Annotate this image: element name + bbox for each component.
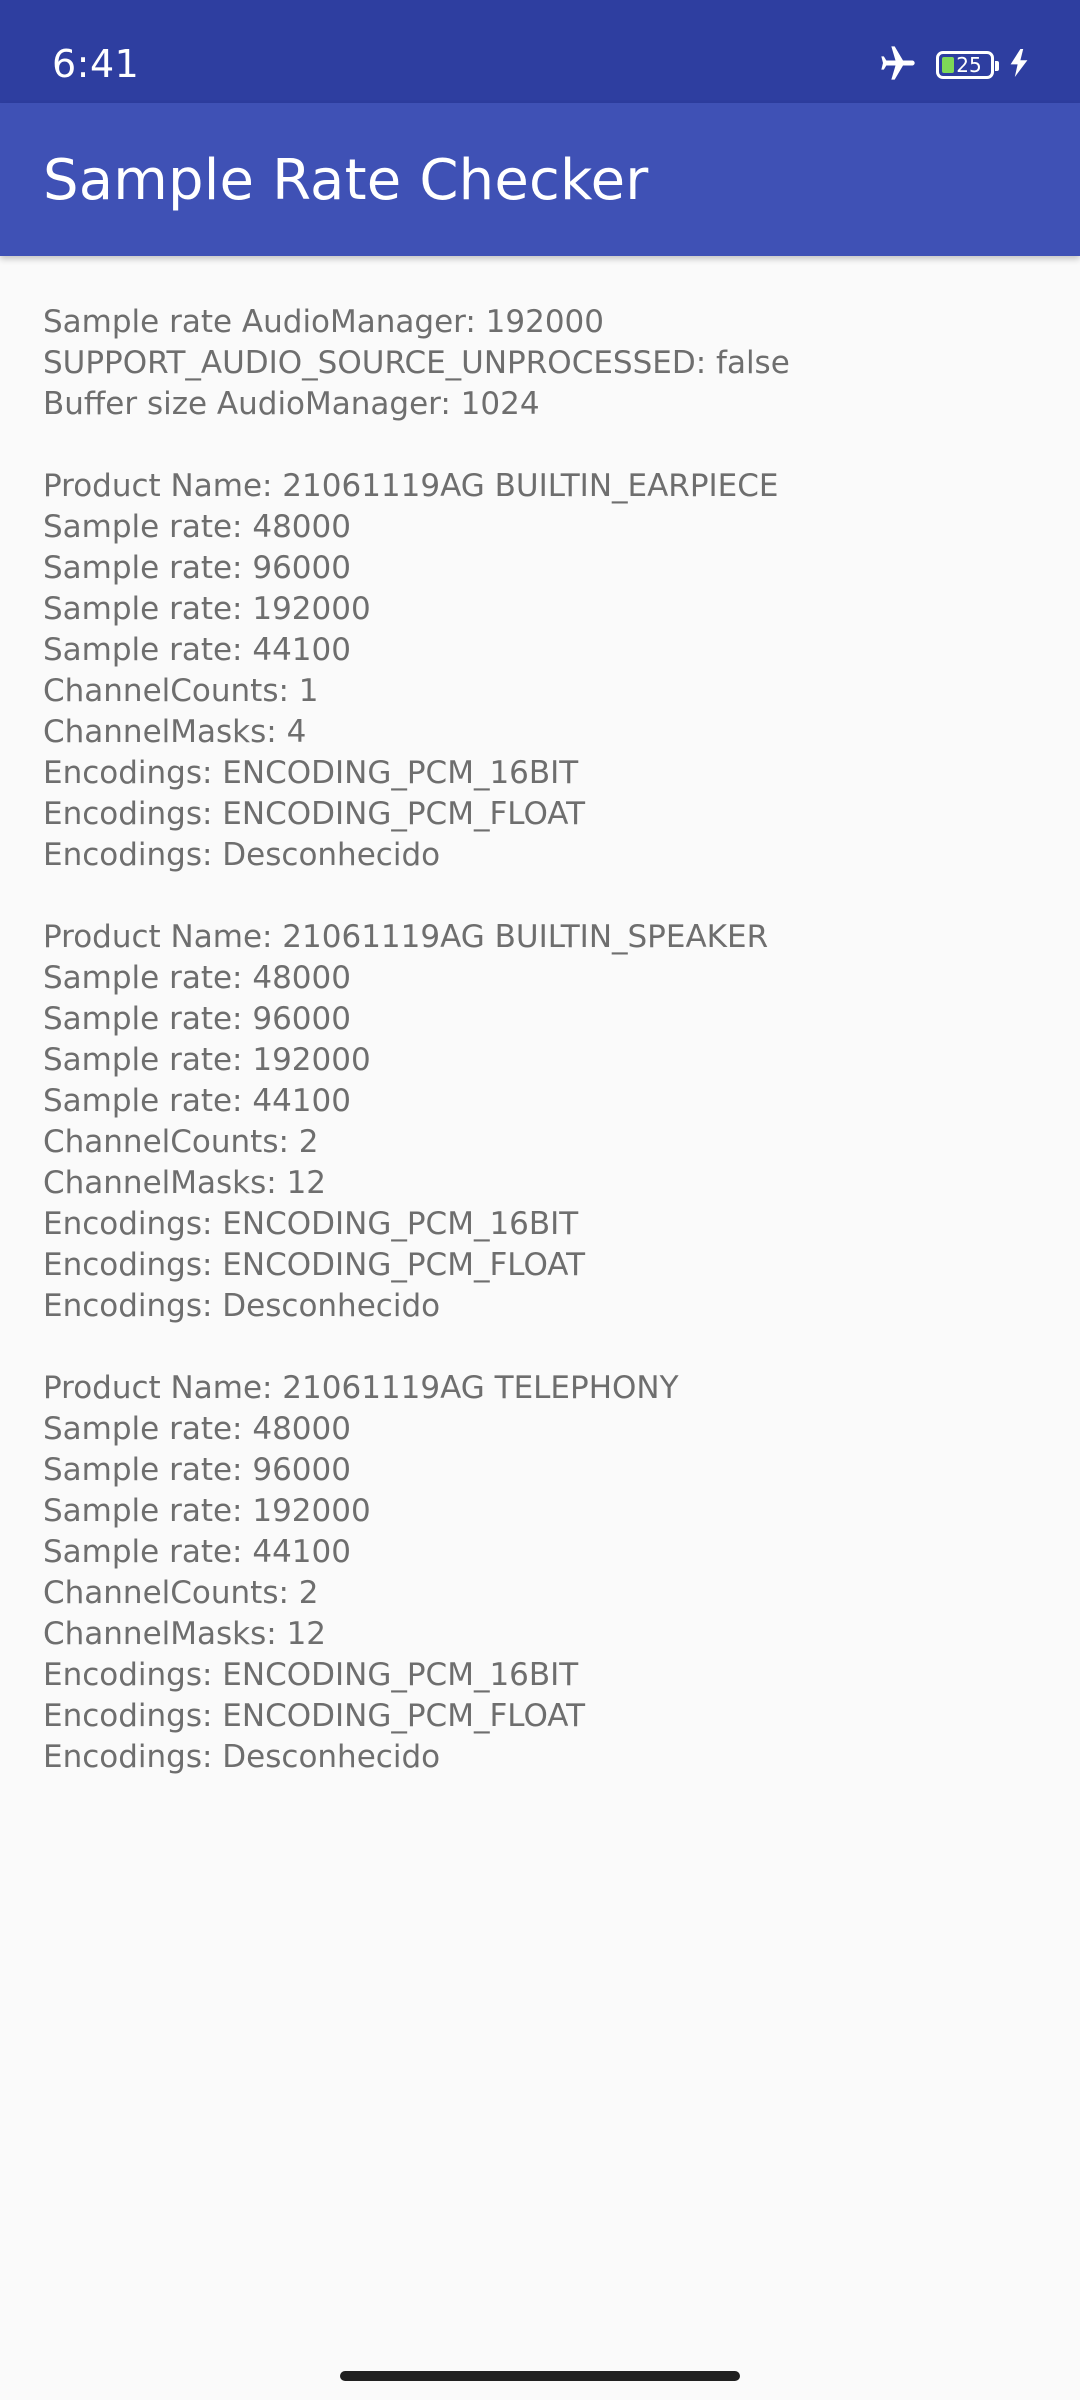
status-time: 6:41: [52, 42, 140, 86]
device-line: Encodings: ENCODING_PCM_FLOAT: [43, 1698, 586, 1734]
device-line: Sample rate: 192000: [43, 591, 371, 627]
battery-icon: 25: [936, 51, 999, 79]
home-indicator-icon[interactable]: [340, 2371, 740, 2381]
device-line: ChannelCounts: 1: [43, 673, 319, 709]
device-line: ChannelCounts: 2: [43, 1575, 319, 1611]
device-line: Sample rate: 44100: [43, 1083, 351, 1119]
airplane-mode-icon: [876, 43, 920, 87]
device-line: Sample rate: 44100: [43, 632, 351, 668]
device-line: Sample rate: 44100: [43, 1534, 351, 1570]
content-area: Sample rate AudioManager: 192000 SUPPORT…: [43, 302, 1043, 1778]
summary-line: SUPPORT_AUDIO_SOURCE_UNPROCESSED: false: [43, 345, 790, 381]
device-line: Sample rate: 48000: [43, 960, 351, 996]
summary-line: Buffer size AudioManager: 1024: [43, 386, 540, 422]
device-line: Sample rate: 96000: [43, 1001, 351, 1037]
device-line: Encodings: ENCODING_PCM_FLOAT: [43, 1247, 586, 1283]
device-section: Product Name: 21061119AG TELEPHONY Sampl…: [43, 1368, 1043, 1778]
charging-bolt-icon: [1010, 49, 1028, 81]
device-line: Sample rate: 96000: [43, 1452, 351, 1488]
device-section: Product Name: 21061119AG BUILTIN_SPEAKER…: [43, 917, 1043, 1327]
device-line: ChannelMasks: 12: [43, 1616, 327, 1652]
device-line: Sample rate: 48000: [43, 1411, 351, 1447]
device-line: Encodings: Desconhecido: [43, 1288, 441, 1324]
summary-line: Sample rate AudioManager: 192000: [43, 304, 604, 340]
product-name: Product Name: 21061119AG BUILTIN_SPEAKER: [43, 919, 769, 955]
device-line: Sample rate: 48000: [43, 509, 351, 545]
device-line: ChannelCounts: 2: [43, 1124, 319, 1160]
device-line: Sample rate: 192000: [43, 1493, 371, 1529]
page-title: Sample Rate Checker: [43, 148, 649, 213]
status-bar: 6:41 25: [0, 0, 1080, 103]
status-icons: 25: [876, 42, 1028, 88]
product-name: Product Name: 21061119AG BUILTIN_EARPIEC…: [43, 468, 779, 504]
device-line: ChannelMasks: 12: [43, 1165, 327, 1201]
device-line: Encodings: ENCODING_PCM_16BIT: [43, 1206, 579, 1242]
device-line: Encodings: ENCODING_PCM_16BIT: [43, 1657, 579, 1693]
device-section: Product Name: 21061119AG BUILTIN_EARPIEC…: [43, 466, 1043, 876]
device-line: Encodings: ENCODING_PCM_FLOAT: [43, 796, 586, 832]
app-bar: Sample Rate Checker: [0, 103, 1080, 256]
battery-level: 25: [956, 53, 982, 77]
device-line: Sample rate: 96000: [43, 550, 351, 586]
device-line: Encodings: Desconhecido: [43, 837, 441, 873]
battery-nub: [995, 61, 999, 71]
device-line: ChannelMasks: 4: [43, 714, 307, 750]
summary-section: Sample rate AudioManager: 192000 SUPPORT…: [43, 302, 1043, 425]
device-line: Sample rate: 192000: [43, 1042, 371, 1078]
device-line: Encodings: Desconhecido: [43, 1739, 441, 1775]
device-line: Encodings: ENCODING_PCM_16BIT: [43, 755, 579, 791]
product-name: Product Name: 21061119AG TELEPHONY: [43, 1370, 679, 1406]
